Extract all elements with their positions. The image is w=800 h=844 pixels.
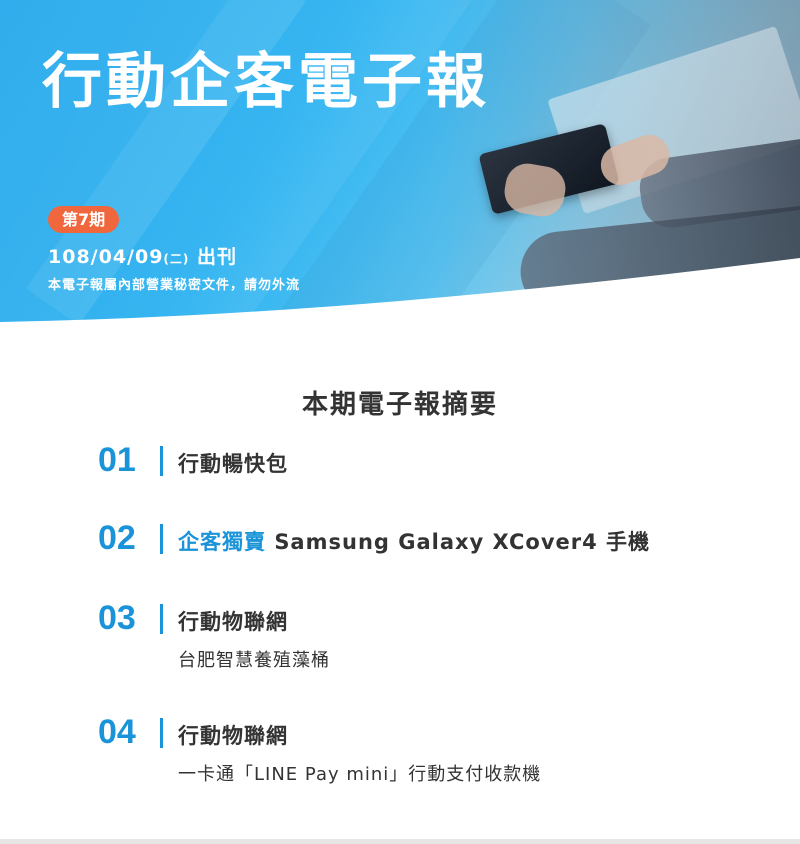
item-title: Samsung Galaxy XCover4 手機 xyxy=(274,530,651,554)
hero-banner: 行動企客電子報 第7期 108/04/09(二) 出刊 本電子報屬內部營業秘密文… xyxy=(0,0,800,330)
item-number: 04 xyxy=(98,713,136,751)
confidential-notice: 本電子報屬內部營業秘密文件，請勿外流 xyxy=(48,278,301,293)
item-title: 行動物聯網 xyxy=(178,610,288,634)
item-divider xyxy=(160,446,163,476)
publish-weekday: (二) xyxy=(163,252,190,266)
item-divider xyxy=(160,524,163,554)
bottom-divider xyxy=(0,839,800,844)
item-number: 03 xyxy=(98,599,136,637)
publish-date-value: 108/04/09 xyxy=(48,246,164,268)
item-highlight: 企客獨賣 xyxy=(178,530,266,554)
summary-heading: 本期電子報摘要 xyxy=(301,389,498,420)
item-subtitle: 台肥智慧養殖藻桶 xyxy=(178,650,330,671)
publish-date-suffix: 出刊 xyxy=(197,246,238,268)
item-number: 02 xyxy=(98,519,136,557)
item-title: 行動暢快包 xyxy=(178,452,288,476)
newsletter-title: 行動企客電子報 xyxy=(42,47,490,117)
item-subtitle: 一卡通「LINE Pay mini」行動支付收款機 xyxy=(178,764,542,785)
item-title-row: 企客獨賣 Samsung Galaxy XCover4 手機 xyxy=(178,526,650,556)
issue-badge: 第7期 xyxy=(48,206,120,234)
item-divider xyxy=(160,718,163,748)
item-title: 行動物聯網 xyxy=(178,724,288,748)
item-divider xyxy=(160,604,163,634)
publish-date: 108/04/09(二) 出刊 xyxy=(48,242,237,269)
item-number: 01 xyxy=(98,441,136,479)
